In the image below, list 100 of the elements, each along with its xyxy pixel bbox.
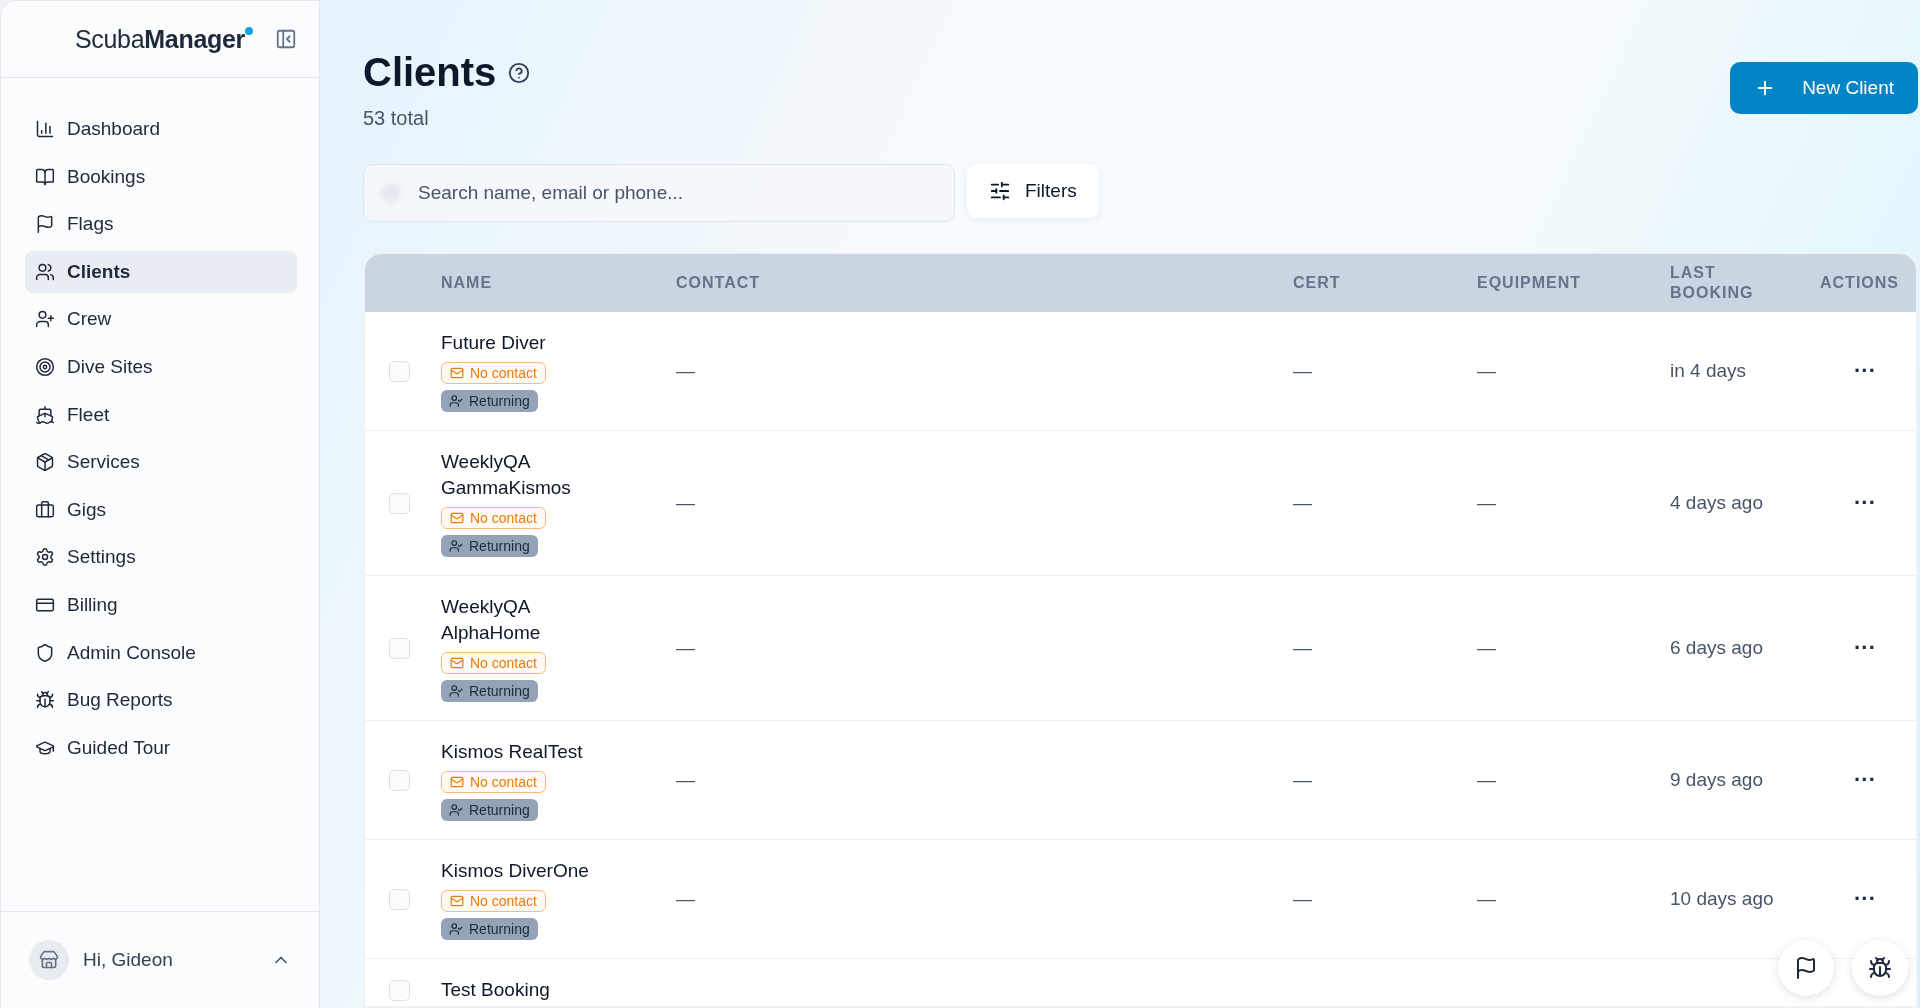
collapse-sidebar-icon[interactable] — [275, 28, 297, 50]
table-cell-text: — — [676, 492, 696, 514]
flag-icon — [1794, 956, 1818, 980]
flag-icon — [35, 214, 55, 235]
mail-icon — [450, 656, 464, 670]
no-contact-badge: No contact — [441, 507, 546, 529]
mail-icon — [450, 366, 464, 380]
row-actions-button[interactable]: ··· — [1854, 767, 1876, 793]
filters-button[interactable]: Filters — [967, 164, 1099, 218]
sidebar-item[interactable]: Billing — [25, 583, 297, 626]
table-cell-text: 10 days ago — [1670, 888, 1775, 910]
sidebar-item[interactable]: Crew — [25, 298, 297, 341]
table-cell-text: — — [1293, 637, 1313, 659]
sidebar-item[interactable]: Dive Sites — [25, 345, 297, 388]
brand-logo: ScubaManager — [74, 24, 253, 54]
table-cell-text: — — [676, 769, 696, 791]
user-greeting: Hi, Gideon — [83, 949, 174, 971]
page-title: Clients — [363, 50, 497, 95]
returning-badge: Returning — [441, 680, 538, 702]
store-icon — [39, 950, 59, 970]
returning-badge: Returning — [441, 535, 538, 557]
sidebar-item[interactable]: Flags — [25, 203, 297, 246]
row-checkbox[interactable] — [388, 360, 410, 382]
table-cell-text: — — [1293, 360, 1313, 382]
table-cell-text: — — [1293, 769, 1313, 791]
no-contact-badge: No contact — [441, 362, 546, 384]
returning-badge: Returning — [441, 918, 538, 940]
sidebar-item[interactable]: Dashboard — [25, 108, 297, 150]
client-name[interactable]: WeeklyQA AlphaHome — [441, 594, 591, 646]
table-cell-text: 6 days ago — [1670, 637, 1764, 659]
user-plus-icon — [35, 309, 55, 330]
row-checkbox[interactable] — [388, 492, 410, 514]
sidebar-item[interactable]: Gigs — [25, 488, 297, 531]
user-check-icon — [449, 684, 463, 698]
row-checkbox[interactable] — [388, 769, 410, 791]
table-cell-text: — — [676, 637, 696, 659]
table-cell-text: — — [1477, 492, 1497, 514]
table-cell-text: in 4 days — [1670, 360, 1748, 382]
client-name[interactable]: Future Diver — [441, 330, 546, 356]
mail-icon — [450, 511, 464, 525]
column-header: NAME — [441, 273, 494, 293]
search-field[interactable]: Search name, email or phone... — [363, 164, 955, 222]
column-header: CERT — [1293, 273, 1342, 293]
row-actions-button[interactable]: ··· — [1854, 635, 1876, 661]
user-check-icon — [449, 803, 463, 817]
bug-icon — [35, 690, 55, 711]
row-actions-button[interactable]: ··· — [1854, 886, 1876, 912]
row-checkbox[interactable] — [388, 888, 410, 910]
client-name[interactable]: WeeklyQA GammaKismos — [441, 449, 591, 501]
table-cell-text: — — [1293, 888, 1313, 910]
user-check-icon — [449, 539, 463, 553]
ship-icon — [35, 404, 55, 425]
book-icon — [35, 166, 55, 187]
sidebar-item[interactable]: Bookings — [25, 155, 297, 198]
table-cell-text: — — [676, 888, 696, 910]
sidebar-item[interactable]: Settings — [25, 536, 297, 579]
sidebar-item[interactable]: Admin Console — [25, 631, 297, 674]
users-icon — [35, 261, 55, 282]
target-icon — [35, 356, 55, 377]
column-header: ACTIONS — [1820, 273, 1900, 293]
settings-icon — [35, 547, 55, 568]
table-cell-text: — — [1293, 492, 1313, 514]
shield-icon — [35, 642, 55, 663]
returning-badge: Returning — [441, 799, 538, 821]
sidebar-item[interactable]: Fleet — [25, 393, 297, 436]
sidebar-item[interactable]: Clients — [25, 250, 297, 293]
table-cell-text: — — [1477, 360, 1497, 382]
user-check-icon — [449, 922, 463, 936]
new-client-button[interactable]: New Client — [1730, 62, 1918, 114]
row-actions-button[interactable]: ··· — [1854, 490, 1876, 516]
column-header: LAST BOOKING — [1670, 263, 1755, 303]
bug-icon — [1868, 956, 1892, 980]
mail-icon — [450, 775, 464, 789]
bar-chart-icon — [35, 119, 55, 139]
sidebar-item[interactable]: Services — [25, 441, 297, 484]
table-cell-text: — — [676, 360, 696, 382]
client-name[interactable]: Kismos RealTest — [441, 739, 583, 765]
returning-badge: Returning — [441, 390, 538, 412]
row-checkbox[interactable] — [388, 979, 410, 1001]
no-contact-badge: No contact — [441, 890, 546, 912]
box-icon — [35, 452, 55, 473]
help-icon[interactable] — [508, 61, 531, 84]
client-name[interactable]: Test Booking — [441, 977, 550, 1003]
briefcase-icon — [35, 499, 55, 520]
sliders-icon — [989, 180, 1011, 202]
no-contact-badge: No contact — [441, 652, 546, 674]
table-cell-text: 9 days ago — [1670, 769, 1764, 791]
sidebar-item[interactable]: Guided Tour — [25, 726, 297, 769]
row-checkbox[interactable] — [388, 637, 410, 659]
client-name[interactable]: Kismos DiverOne — [441, 858, 589, 884]
table-cell-text: — — [1477, 637, 1497, 659]
user-check-icon — [449, 394, 463, 408]
table-cell-text: — — [1477, 888, 1497, 910]
column-header: CONTACT — [676, 273, 762, 293]
table-cell-text: 4 days ago — [1670, 492, 1764, 514]
no-contact-badge: No contact — [441, 771, 546, 793]
column-header: EQUIPMENT — [1477, 273, 1583, 293]
sidebar-item[interactable]: Bug Reports — [25, 679, 297, 722]
mail-icon — [450, 894, 464, 908]
row-actions-button[interactable]: ··· — [1854, 358, 1876, 384]
